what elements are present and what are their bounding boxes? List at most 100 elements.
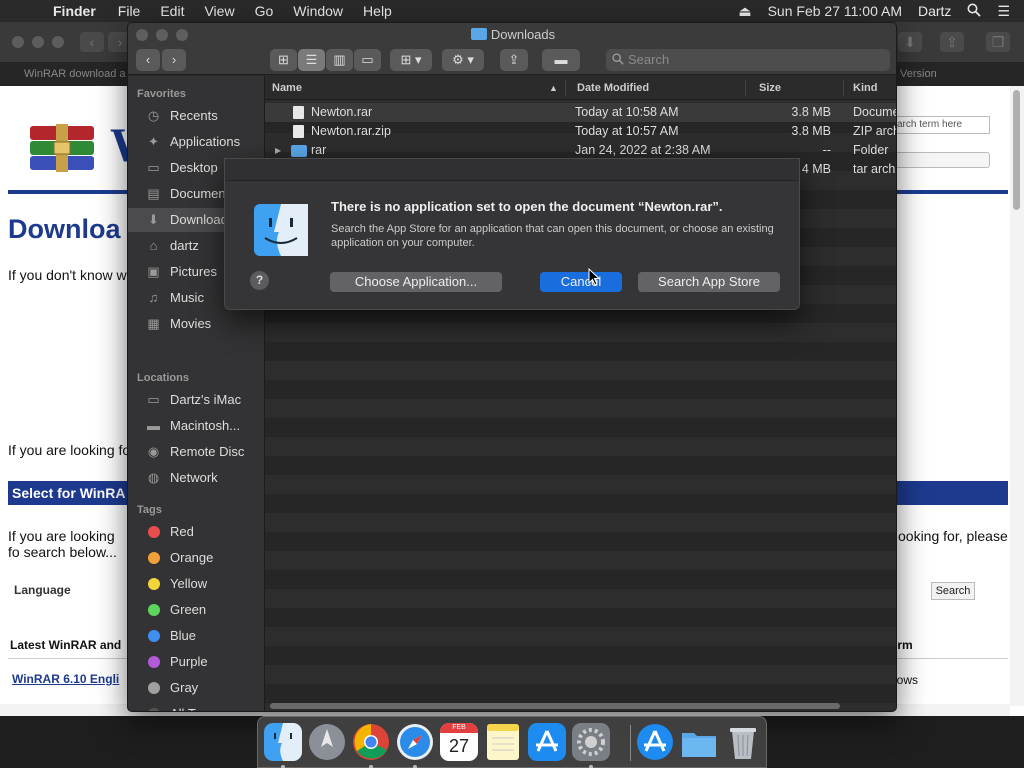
safari-icon[interactable] xyxy=(396,723,434,761)
sidebar-item-label: Purple xyxy=(170,654,208,669)
menu-view[interactable]: View xyxy=(204,3,234,19)
icon-view-icon[interactable]: ⊞ xyxy=(270,49,297,71)
sidebar-tag-green[interactable]: Green xyxy=(128,598,265,622)
desktop-icon: ▭ xyxy=(147,160,160,175)
sidebar-tag-blue[interactable]: Blue xyxy=(128,624,265,648)
sidebar-item-imac[interactable]: ▭ Dartz's iMac xyxy=(128,388,265,412)
share-icon[interactable]: ⇪ xyxy=(500,49,528,71)
browser-tab-right[interactable]: Version xyxy=(900,62,937,86)
sidebar-tag-gray[interactable]: Gray xyxy=(128,676,265,700)
network-icon: ◍ xyxy=(147,470,160,485)
file-kind: ZIP arch xyxy=(853,124,897,138)
finder-search-field[interactable]: Search xyxy=(606,49,890,71)
vertical-scrollbar[interactable] xyxy=(1010,86,1024,706)
spotlight-icon[interactable] xyxy=(967,3,982,20)
forward-button[interactable]: › xyxy=(162,49,186,71)
calendar-month: FEB xyxy=(440,723,478,733)
column-kind[interactable]: Kind xyxy=(853,82,877,94)
eject-icon[interactable]: ⏏ xyxy=(738,3,751,20)
launchpad-icon[interactable] xyxy=(308,723,346,761)
tags-heading: Tags xyxy=(137,504,162,516)
sidebar-item-label: Dartz's iMac xyxy=(170,392,242,407)
file-name: Newton.rar.zip xyxy=(311,124,391,138)
menu-go[interactable]: Go xyxy=(255,3,274,19)
trash-icon[interactable] xyxy=(724,723,762,761)
menu-window[interactable]: Window xyxy=(293,3,343,19)
sidebar-tag-yellow[interactable]: Yellow xyxy=(128,572,265,596)
chrome-icon[interactable] xyxy=(352,723,390,761)
sidebar-item-label: Pictures xyxy=(170,264,217,279)
clock[interactable]: Sun Feb 27 11:00 AM xyxy=(768,3,902,19)
finder-dock-icon[interactable] xyxy=(264,723,302,761)
menu-file[interactable]: File xyxy=(118,3,141,19)
horizontal-scroll-thumb[interactable] xyxy=(270,703,840,709)
file-row[interactable]: Newton.rar.zip Today at 10:57 AM 3.8 MB … xyxy=(265,122,897,141)
sidebar-item-label: Network xyxy=(170,470,218,485)
system-preferences-icon[interactable] xyxy=(572,723,610,761)
notification-center-icon[interactable]: ☰ xyxy=(997,3,1010,20)
page-text: If you don't know w xyxy=(8,267,127,283)
page-heading: Downloa xyxy=(8,214,121,244)
column-size[interactable]: Size xyxy=(759,82,781,94)
sidebar-tag-orange[interactable]: Orange xyxy=(128,546,265,570)
site-select[interactable] xyxy=(892,152,990,168)
app-store-downloads-icon[interactable] xyxy=(636,723,674,761)
menu-edit[interactable]: Edit xyxy=(160,3,184,19)
sidebar-item-macintosh[interactable]: ▬ Macintosh... xyxy=(128,414,265,438)
file-row[interactable]: Newton.rar Today at 10:58 AM 3.8 MB Docu… xyxy=(265,103,897,122)
minimize-button[interactable] xyxy=(32,36,44,48)
sort-chevron-icon[interactable]: ▲ xyxy=(549,83,558,93)
sidebar-tag-purple[interactable]: Purple xyxy=(128,650,265,674)
zoom-button[interactable] xyxy=(52,36,64,48)
column-view-icon[interactable]: ▥ xyxy=(326,49,353,71)
site-search-input[interactable]: arch term here xyxy=(892,116,990,134)
disk-icon: ▬ xyxy=(147,418,160,433)
menu-bar: Finder File Edit View Go Window Help ⏏ S… xyxy=(0,0,1024,22)
finder-face-icon xyxy=(254,204,308,256)
sidebar-item-network[interactable]: ◍ Network xyxy=(128,466,265,490)
sidebar-item-applications[interactable]: ✦ Applications xyxy=(128,130,265,154)
close-button[interactable] xyxy=(12,36,24,48)
back-button[interactable]: ‹ xyxy=(136,49,160,71)
search-app-store-button[interactable]: Search App Store xyxy=(638,272,780,292)
sidebar-tag-all[interactable]: All Tags... xyxy=(128,702,265,711)
column-separator xyxy=(843,80,844,96)
sidebar-item-label: Movies xyxy=(170,316,212,331)
downloads-folder-icon[interactable] xyxy=(680,723,718,761)
user-menu[interactable]: Dartz xyxy=(918,3,951,19)
app-menu[interactable]: Finder xyxy=(53,3,96,19)
download-link[interactable]: WinRAR 6.10 Engli xyxy=(12,672,119,686)
browser-tab[interactable]: WinRAR download a xyxy=(24,62,126,86)
cancel-button[interactable]: Cancel xyxy=(540,272,622,292)
app-store-icon[interactable] xyxy=(528,723,566,761)
search-icon xyxy=(612,49,624,71)
tags-icon[interactable]: ▬ xyxy=(542,49,580,71)
calendar-icon[interactable]: FEB 27 xyxy=(440,723,478,761)
list-view-icon[interactable]: ☰ xyxy=(298,49,325,71)
choose-application-button[interactable]: Choose Application... xyxy=(330,272,502,292)
site-search-button[interactable]: Search xyxy=(931,582,975,600)
dock: FEB 27 xyxy=(257,716,767,768)
column-date[interactable]: Date Modified xyxy=(577,82,649,94)
tag-color-dot xyxy=(148,552,160,564)
column-name[interactable]: Name xyxy=(272,82,302,94)
back-icon[interactable]: ‹ xyxy=(80,32,104,52)
sidebar-item-remote-disc[interactable]: ◉ Remote Disc xyxy=(128,440,265,464)
file-kind: Docume xyxy=(853,105,897,119)
download-icon[interactable]: ⬇ xyxy=(898,32,922,52)
sidebar-tag-red[interactable]: Red xyxy=(128,520,265,544)
group-by-icon[interactable]: ⊞ ▾ xyxy=(390,49,432,71)
share-icon[interactable]: ⇪ xyxy=(940,32,964,52)
latest-heading: Latest WinRAR and xyxy=(10,638,122,652)
menu-help[interactable]: Help xyxy=(363,3,392,19)
file-kind: Folder xyxy=(853,143,889,157)
notes-icon[interactable] xyxy=(484,723,522,761)
help-button[interactable]: ? xyxy=(250,271,269,290)
sidebar-item-recents[interactable]: ◷ Recents xyxy=(128,104,265,128)
gallery-view-icon[interactable]: ▭ xyxy=(354,49,381,71)
tabs-icon[interactable]: ❐ xyxy=(986,32,1010,52)
action-gear-icon[interactable]: ⚙ ▾ xyxy=(442,49,484,71)
scroll-thumb[interactable] xyxy=(1013,90,1020,210)
file-size: 3.8 MB xyxy=(791,124,831,138)
sidebar-item-movies[interactable]: ▦ Movies xyxy=(128,312,265,336)
